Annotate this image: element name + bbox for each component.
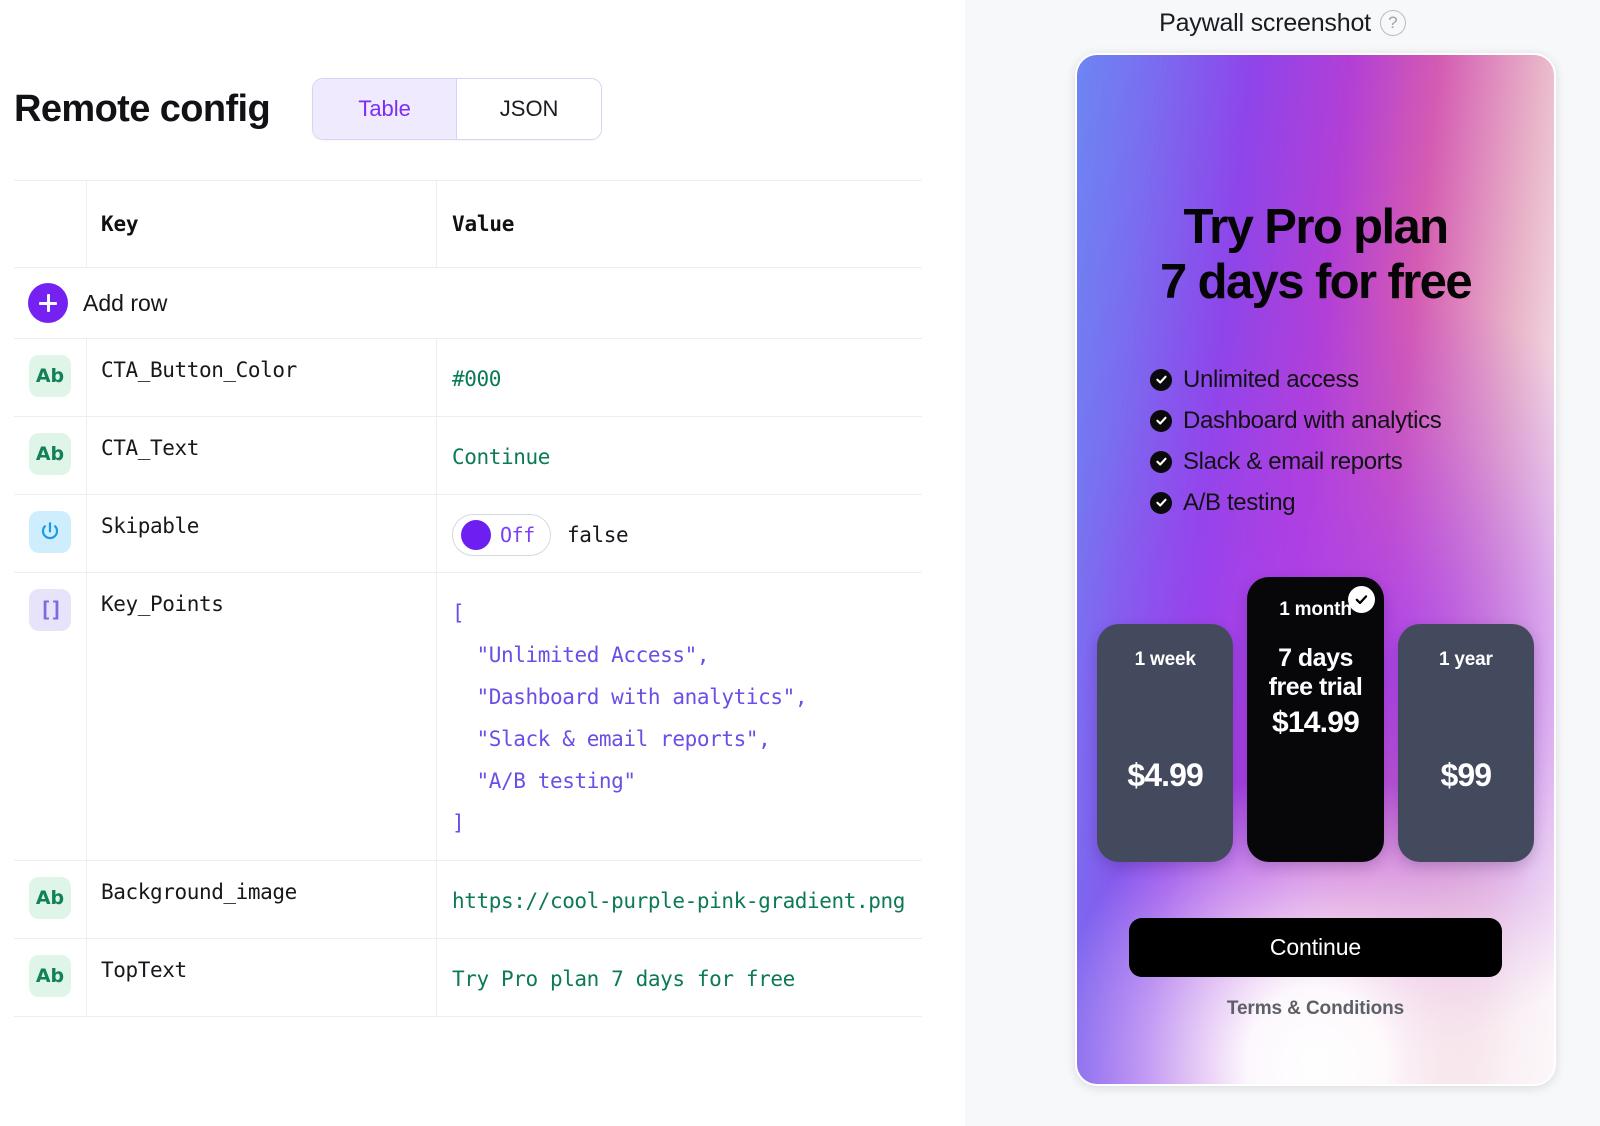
plan-card-year[interactable]: 1 year $99 (1397, 623, 1534, 862)
table-header-icon-cell (14, 216, 86, 232)
row-key-text: CTA_Button_Color (101, 358, 297, 382)
plan-price: $99 (1440, 756, 1492, 793)
row-type-cell: Ab (14, 939, 86, 1016)
check-icon (1150, 450, 1172, 473)
table-row[interactable]: Ab TopText Try Pro plan 7 days for free (14, 939, 922, 1017)
feature-label: Slack & email reports (1183, 447, 1403, 475)
toggle-state-label: Off (500, 523, 535, 547)
column-header-key-label: Key (101, 212, 139, 236)
row-value-text: false (567, 523, 629, 547)
add-row-label: Add row (83, 289, 168, 316)
row-key-cell[interactable]: TopText (86, 939, 437, 1016)
column-header-value: Value (437, 181, 922, 267)
row-value-cell[interactable]: [ "Unlimited Access", "Dashboard with an… (437, 573, 922, 860)
string-type-icon: Ab (29, 355, 71, 397)
tab-table[interactable]: Table (313, 79, 458, 139)
check-icon (1150, 409, 1172, 432)
row-value-text: https://cool-purple-pink-gradient.png (452, 889, 905, 913)
remote-config-panel: Remote config Table JSON Key Value Add r (0, 0, 965, 1126)
plan-card-month[interactable]: 1 month 7 days free trial $14.99 (1247, 576, 1384, 862)
toggle-knob (461, 520, 491, 550)
paywall-feature-list: Unlimited access Dashboard with analytic… (1077, 366, 1554, 517)
plan-price: $14.99 (1272, 705, 1360, 739)
view-mode-toggle[interactable]: Table JSON (312, 78, 603, 140)
panel-header: Remote config Table JSON (0, 0, 965, 140)
row-type-cell (14, 495, 86, 572)
selected-check-icon (1347, 585, 1375, 613)
plan-selector: 1 week $4.99 1 month 7 days free trial $… (1077, 576, 1554, 862)
string-type-icon: Ab (29, 877, 71, 919)
row-type-cell: Ab (14, 861, 86, 938)
row-type-cell: Ab (14, 339, 86, 416)
add-row-button[interactable]: Add row (14, 268, 922, 339)
plan-card-week[interactable]: 1 week $4.99 (1097, 623, 1234, 862)
row-value-cell[interactable]: https://cool-purple-pink-gradient.png (437, 861, 922, 938)
feature-label: Unlimited access (1183, 365, 1359, 393)
array-type-icon: [] (29, 589, 71, 631)
check-icon (1150, 491, 1172, 514)
paywall-headline: Try Pro plan 7 days for free (1160, 200, 1473, 309)
boolean-value-wrap: Off false (452, 514, 922, 556)
row-value-text: [ "Unlimited Access", "Dashboard with an… (452, 601, 808, 835)
column-header-key: Key (86, 181, 437, 267)
list-item: A/B testing (1150, 489, 1554, 517)
table-row[interactable]: Ab Background_image https://cool-purple-… (14, 861, 922, 939)
row-type-cell: [] (14, 573, 86, 860)
list-item: Unlimited access (1150, 366, 1554, 394)
string-type-icon: Ab (29, 955, 71, 997)
row-key-text: TopText (101, 958, 187, 982)
preview-header: Paywall screenshot ? (965, 0, 1600, 40)
row-key-cell[interactable]: CTA_Button_Color (86, 339, 437, 416)
table-row[interactable]: Skipable Off false (14, 495, 922, 573)
remote-config-screen: Remote config Table JSON Key Value Add r (0, 0, 1600, 1126)
list-item: Dashboard with analytics (1150, 407, 1554, 435)
feature-label: A/B testing (1183, 488, 1296, 516)
plus-icon (28, 283, 68, 323)
table-row[interactable]: Ab CTA_Button_Color #000 (14, 339, 922, 417)
row-key-text: Skipable (101, 514, 199, 538)
paywall-screenshot-card: Try Pro plan 7 days for free Unlimited a… (1075, 53, 1556, 1086)
plan-trial-label: 7 days free trial (1268, 643, 1363, 701)
row-value-cell[interactable]: Continue (437, 417, 922, 494)
row-value-text: #000 (452, 367, 501, 391)
table-row[interactable]: Ab CTA_Text Continue (14, 417, 922, 495)
table-row[interactable]: [] Key_Points [ "Unlimited Access", "Das… (14, 573, 922, 861)
page-title: Remote config (14, 88, 271, 130)
plan-period: 1 year (1438, 648, 1493, 670)
row-type-cell: Ab (14, 417, 86, 494)
plan-period: 1 month (1279, 598, 1352, 620)
paywall-preview-panel: Paywall screenshot ? Try Pro plan 7 days… (965, 0, 1600, 1126)
terms-and-conditions-link[interactable]: Terms & Conditions (1227, 998, 1404, 1020)
check-icon (1150, 368, 1172, 391)
row-key-text: Key_Points (101, 592, 224, 616)
row-key-cell[interactable]: Skipable (86, 495, 437, 572)
row-key-cell[interactable]: Key_Points (86, 573, 437, 860)
feature-label: Dashboard with analytics (1183, 406, 1442, 434)
string-type-icon: Ab (29, 433, 71, 475)
help-icon[interactable]: ? (1379, 10, 1406, 36)
remote-config-table: Key Value Add row Ab CTA_Button_Color #0… (14, 180, 922, 1017)
preview-title: Paywall screenshot (1159, 8, 1371, 37)
table-header-row: Key Value (14, 181, 922, 268)
row-value-cell[interactable]: #000 (437, 339, 922, 416)
list-item: Slack & email reports (1150, 448, 1554, 476)
row-value-text: Continue (452, 445, 550, 469)
row-value-text: Try Pro plan 7 days for free (452, 967, 795, 991)
column-header-value-label: Value (452, 212, 515, 236)
row-key-cell[interactable]: Background_image (86, 861, 437, 938)
row-key-cell[interactable]: CTA_Text (86, 417, 437, 494)
row-key-text: CTA_Text (101, 436, 199, 460)
boolean-type-icon (29, 511, 71, 553)
continue-button[interactable]: Continue (1129, 917, 1502, 977)
tab-json[interactable]: JSON (457, 79, 602, 139)
plan-price: $4.99 (1127, 756, 1203, 793)
plan-period: 1 week (1134, 648, 1196, 670)
skipable-toggle[interactable]: Off (452, 514, 551, 556)
row-value-cell[interactable]: Try Pro plan 7 days for free (437, 939, 922, 1016)
paywall-content: Try Pro plan 7 days for free Unlimited a… (1077, 55, 1554, 1084)
row-value-cell[interactable]: Off false (437, 495, 922, 572)
row-key-text: Background_image (101, 880, 297, 904)
